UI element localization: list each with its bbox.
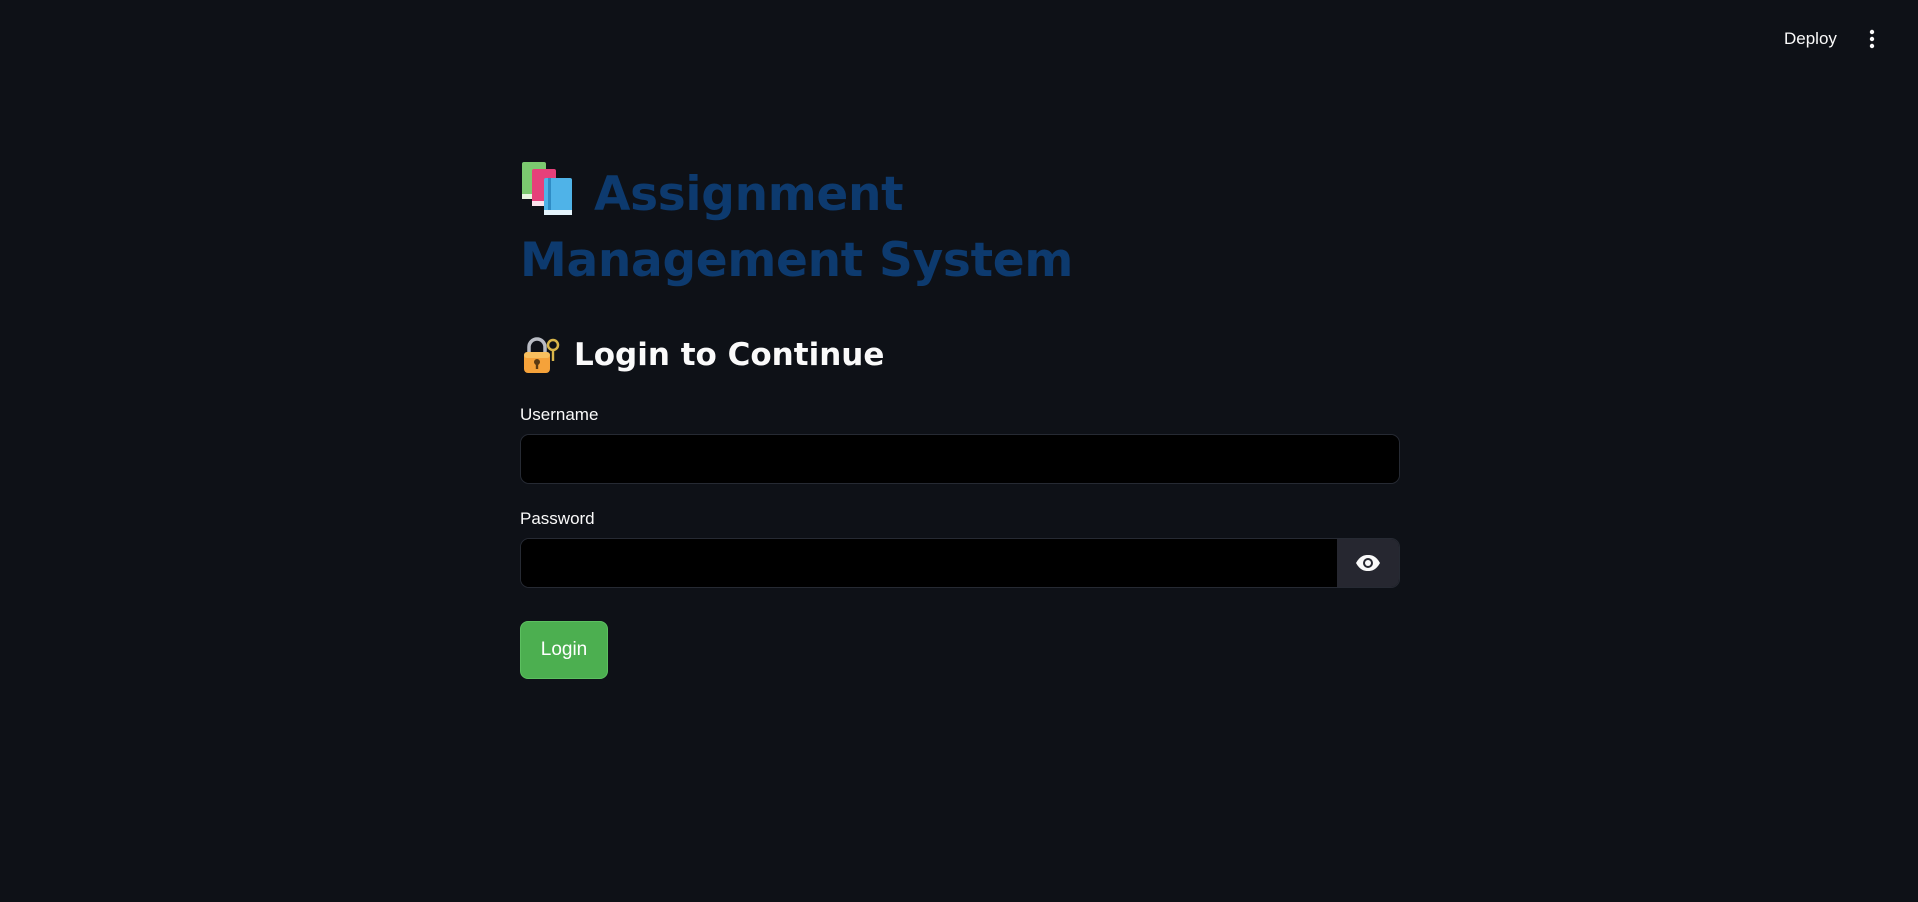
vertical-ellipsis-icon — [1869, 29, 1875, 49]
app-header: Deploy — [0, 0, 1918, 78]
lock-with-key-icon — [524, 337, 560, 373]
username-label: Username — [520, 405, 599, 424]
password-label: Password — [520, 509, 595, 528]
main-menu-button[interactable] — [1858, 22, 1886, 56]
eye-icon — [1356, 555, 1380, 571]
login-heading: Login to Continue — [520, 332, 1400, 378]
login-button[interactable]: Login — [520, 621, 608, 679]
username-field-container — [520, 434, 1400, 484]
deploy-button[interactable]: Deploy — [1770, 24, 1851, 54]
login-heading-text: Login to Continue — [574, 337, 885, 373]
username-input[interactable] — [521, 435, 1399, 483]
password-input[interactable] — [521, 539, 1337, 587]
books-icon — [522, 162, 572, 215]
password-visibility-toggle[interactable] — [1337, 539, 1399, 587]
main-content: Assignment Management System Login to Co… — [520, 160, 1400, 679]
page-title: Assignment Management System — [520, 160, 1240, 294]
page-title-text: Assignment Management System — [520, 167, 1074, 288]
password-field-container — [520, 538, 1400, 588]
